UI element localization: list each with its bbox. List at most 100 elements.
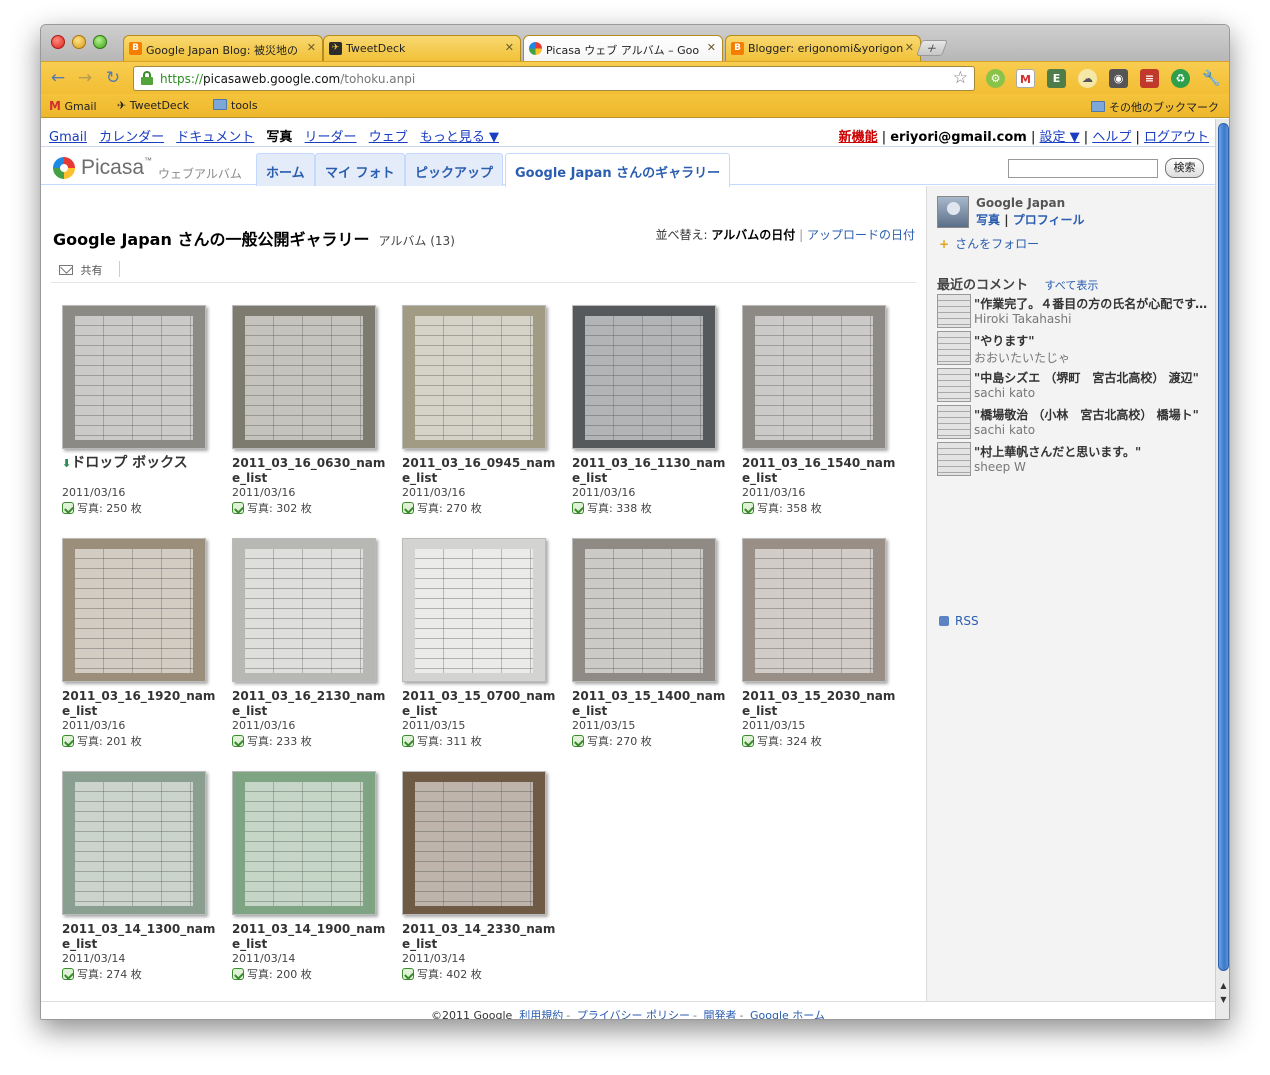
gbar-link-more[interactable]: もっと見る ▼	[420, 130, 499, 145]
zoom-window-button[interactable]	[93, 35, 107, 49]
album-thumbnail[interactable]	[232, 305, 376, 449]
logout-link[interactable]: ログアウト	[1144, 130, 1209, 145]
recycle-icon[interactable]: ♻	[1171, 69, 1190, 88]
album-title[interactable]: 2011_03_14_1900_name_list	[232, 922, 392, 952]
close-tab-icon[interactable]: ✕	[905, 41, 914, 54]
comment-thumbnail[interactable]	[937, 331, 971, 365]
comment-text[interactable]: "橋場敬治 （小林 宮古北高校） 橋場ト"	[974, 406, 1212, 423]
gbar-link-reader[interactable]: リーダー	[305, 130, 357, 145]
comment-text[interactable]: "村上華帆さんだと思います。"	[974, 443, 1212, 460]
help-link[interactable]: ヘルプ	[1092, 130, 1131, 145]
album-thumbnail[interactable]	[572, 538, 716, 682]
album-title[interactable]: 2011_03_14_2330_name_list	[402, 922, 562, 952]
album-title[interactable]: 2011_03_16_1540_name_list	[742, 456, 902, 486]
album-title[interactable]: 2011_03_16_2130_name_list	[232, 689, 392, 719]
gbar-link-docs[interactable]: ドキュメント	[176, 130, 254, 145]
close-tab-icon[interactable]: ✕	[505, 41, 514, 54]
tab-my-photos[interactable]: マイ フォト	[315, 153, 405, 186]
album-title[interactable]: 2011_03_16_0945_name_list	[402, 456, 562, 486]
comment-thumbnail[interactable]	[937, 442, 971, 476]
wrench-menu-icon[interactable]: 🔧	[1202, 69, 1221, 88]
other-bookmarks[interactable]: その他のブックマーク	[1091, 99, 1219, 115]
comment-item[interactable]: "中島シズエ （堺町 宮古北高校） 渡辺" sachi kato	[937, 368, 1212, 404]
album-thumbnail[interactable]	[232, 538, 376, 682]
comment-item[interactable]: "橋場敬治 （小林 宮古北高校） 橋場ト" sachi kato	[937, 405, 1212, 441]
follow-button[interactable]: + さんをフォロー	[939, 235, 1039, 252]
bookmark-folder-tools[interactable]: tools	[213, 99, 258, 112]
feed-reader-icon[interactable]: ≡	[1140, 69, 1159, 88]
browser-tab-picasa[interactable]: Picasa ウェブ アルバム – Goo ✕	[523, 35, 723, 62]
gbar-link-calendar[interactable]: カレンダー	[99, 130, 164, 145]
gbar-link-gmail[interactable]: Gmail	[49, 130, 87, 145]
bookmark-tweetdeck[interactable]: ✈ TweetDeck	[117, 99, 189, 112]
album-title[interactable]: 2011_03_16_1920_name_list	[62, 689, 222, 719]
close-tab-icon[interactable]: ✕	[307, 41, 316, 54]
album-thumbnail[interactable]	[402, 771, 546, 915]
address-bar[interactable]: https://picasaweb.google.com/tohoku.anpi…	[133, 66, 975, 91]
new-tab-button[interactable]: +	[916, 40, 948, 56]
comment-item[interactable]: "やります" おおいたいたじゃ	[937, 331, 1212, 367]
album-thumbnail[interactable]	[232, 771, 376, 915]
settings-link[interactable]: 設定 ▼	[1040, 130, 1080, 145]
back-arrow-icon[interactable]: ←	[47, 67, 69, 89]
camera-icon[interactable]: ◉	[1109, 69, 1128, 88]
share-button[interactable]: 共有	[59, 262, 103, 278]
minimize-window-button[interactable]	[72, 35, 86, 49]
bookmark-gmail[interactable]: M Gmail	[49, 99, 97, 113]
comment-text[interactable]: "やります"	[974, 332, 1212, 349]
comment-thumbnail[interactable]	[937, 294, 971, 328]
album-thumbnail[interactable]	[62, 538, 206, 682]
gmail-checker-icon[interactable]: M	[1016, 69, 1035, 88]
browser-tab-blogger[interactable]: B Blogger: erigonomi&yorigon ✕	[725, 35, 921, 61]
owner-avatar[interactable]	[937, 196, 969, 228]
browser-tab-google-japan-blog[interactable]: B Google Japan Blog: 被災地の ✕	[123, 35, 323, 61]
album-thumbnail[interactable]	[62, 305, 206, 449]
album-title[interactable]: 2011_03_15_0700_name_list	[402, 689, 562, 719]
comment-thumbnail[interactable]	[937, 368, 971, 402]
gbar-link-web[interactable]: ウェブ	[369, 130, 408, 145]
evernote-icon[interactable]: E	[1047, 69, 1066, 88]
owner-profile-link[interactable]: プロフィール	[1013, 213, 1085, 227]
album-title[interactable]: 2011_03_16_1130_name_list	[572, 456, 732, 486]
comment-text[interactable]: "作業完了。４番目の方の氏名が心配です。"	[974, 295, 1212, 312]
browser-tab-tweetdeck[interactable]: ✈ TweetDeck ✕	[323, 35, 521, 61]
weather-icon[interactable]: ☁	[1078, 69, 1097, 88]
search-button[interactable]: 検索	[1165, 158, 1204, 178]
album-title[interactable]: 2011_03_14_1300_name_list	[62, 922, 222, 952]
forward-arrow-icon[interactable]: →	[74, 67, 96, 89]
vertical-scrollbar[interactable]: ▲ ▼	[1215, 119, 1229, 1019]
bookmark-star-icon[interactable]: ☆	[953, 68, 968, 88]
footer-link-terms[interactable]: 利用規約	[519, 1009, 563, 1019]
rss-link[interactable]: RSS	[939, 614, 979, 628]
comment-item[interactable]: "村上華帆さんだと思います。" sheep W	[937, 442, 1212, 478]
album-thumbnail[interactable]	[572, 305, 716, 449]
url-text[interactable]: https://picasaweb.google.com/tohoku.anpi	[160, 72, 415, 86]
reload-icon[interactable]: ↻	[102, 67, 124, 89]
scrollbar-thumb[interactable]	[1218, 123, 1229, 971]
footer-link-google-home[interactable]: Google ホーム	[750, 1009, 825, 1019]
close-tab-icon[interactable]: ✕	[707, 41, 716, 54]
tab-pickup[interactable]: ピックアップ	[405, 153, 504, 186]
new-feature-link[interactable]: 新機能	[839, 130, 878, 145]
album-thumbnail[interactable]	[62, 771, 206, 915]
comment-item[interactable]: "作業完了。４番目の方の氏名が心配です。" Hiroki Takahashi	[937, 294, 1212, 330]
footer-link-developers[interactable]: 開発者	[704, 1009, 737, 1019]
album-title[interactable]: ⬇ドロップ ボックス	[62, 456, 222, 471]
owner-photos-link[interactable]: 写真	[976, 213, 1000, 227]
footer-link-privacy[interactable]: プライバシー ポリシー	[577, 1009, 690, 1019]
album-thumbnail[interactable]	[402, 305, 546, 449]
album-thumbnail[interactable]	[402, 538, 546, 682]
search-input[interactable]	[1008, 159, 1158, 178]
album-thumbnail[interactable]	[742, 538, 886, 682]
tab-google-japan-gallery[interactable]: Google Japan さんのギャラリー	[505, 153, 731, 187]
close-window-button[interactable]	[51, 35, 65, 49]
show-all-comments-link[interactable]: すべて表示	[1045, 279, 1099, 292]
comment-text[interactable]: "中島シズエ （堺町 宮古北高校） 渡辺"	[974, 369, 1212, 386]
album-title[interactable]: 2011_03_16_0630_name_list	[232, 456, 392, 486]
album-title[interactable]: 2011_03_15_2030_name_list	[742, 689, 902, 719]
tab-home[interactable]: ホーム	[256, 153, 315, 186]
album-title[interactable]: 2011_03_15_1400_name_list	[572, 689, 732, 719]
scroll-down-arrow-icon[interactable]: ▼	[1217, 993, 1229, 1006]
album-thumbnail[interactable]	[742, 305, 886, 449]
sort-by-upload-link[interactable]: アップロードの日付	[807, 228, 915, 242]
